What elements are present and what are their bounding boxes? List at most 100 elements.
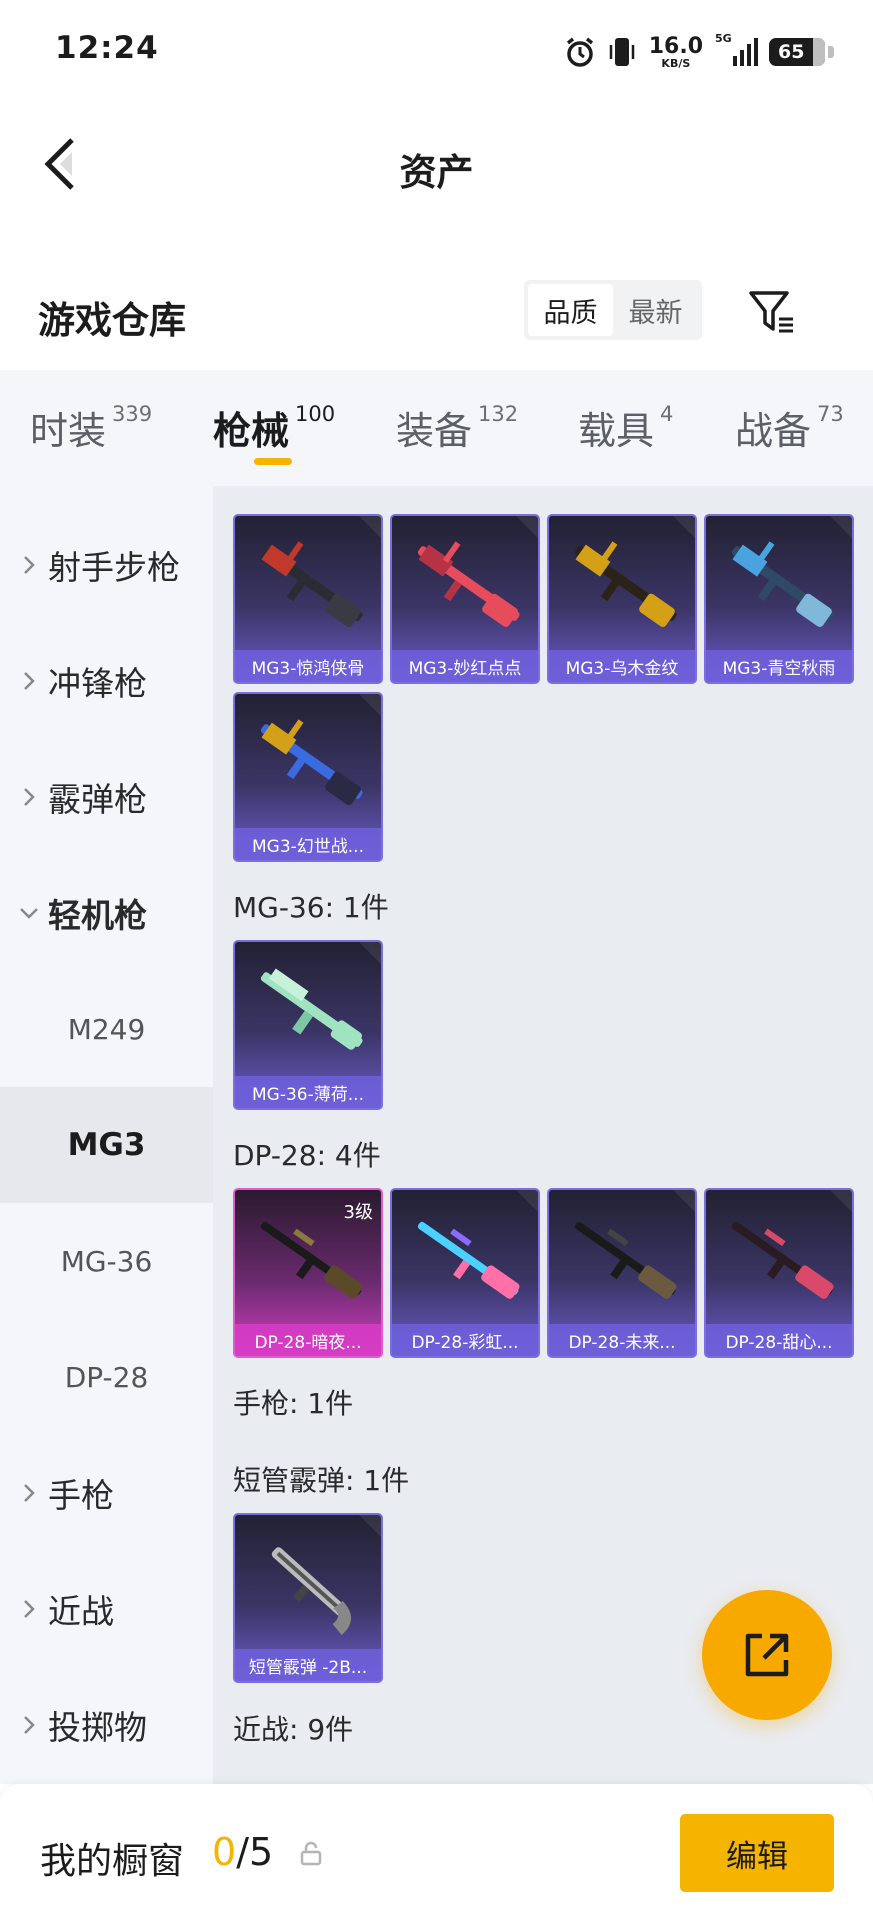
weapon-card-name: MG3-幻世战... — [235, 828, 381, 860]
signal-5g-label: 5G — [715, 32, 732, 45]
chevron-down-icon — [18, 907, 40, 919]
network-speed-unit: KB/S — [661, 56, 691, 70]
chevron-right-icon — [18, 1715, 40, 1735]
tab-count: 132 — [478, 402, 519, 426]
showcase-count-total: /5 — [236, 1830, 274, 1874]
battery-level: 65 — [778, 41, 805, 63]
section-label-short-shotgun: 短管霰弹: 1件 — [233, 1464, 410, 1497]
active-tab-indicator — [254, 458, 292, 465]
sidebar-item-marksman-rifle[interactable]: 射手步枪 — [0, 507, 213, 623]
showcase-count-current: 0 — [212, 1830, 237, 1874]
nav-bar: 资产 — [0, 104, 873, 224]
signal-5g-icon: 5G — [715, 32, 759, 68]
sidebar-subitem-mg36[interactable]: MG-36 — [0, 1203, 213, 1319]
sort-option-quality[interactable]: 品质 — [528, 284, 613, 336]
tab-vehicles[interactable]: 载具 4 — [578, 400, 673, 455]
weapon-card-name: MG-36-薄荷... — [235, 1076, 381, 1108]
sidebar-item-label: 霰弹枪 — [48, 780, 147, 819]
chevron-right-icon — [18, 787, 40, 807]
weapon-card[interactable]: DP-28-彩虹... — [390, 1188, 540, 1358]
weapon-card-name: DP-28-彩虹... — [392, 1324, 538, 1356]
tab-count: 73 — [817, 402, 844, 426]
tab-count: 339 — [112, 402, 153, 426]
weapon-card[interactable]: 3级 DP-28-暗夜... — [233, 1188, 383, 1358]
sidebar-item-label: 近战 — [48, 1592, 114, 1631]
tab-firearms[interactable]: 枪械 100 — [213, 400, 335, 455]
showcase-count: 0/5 — [212, 1830, 273, 1874]
sidebar-item-lmg[interactable]: 轻机枪 — [0, 855, 213, 971]
chevron-right-icon — [18, 1599, 40, 1619]
sidebar-item-smg[interactable]: 冲锋枪 — [0, 623, 213, 739]
sidebar-subitem-mg3[interactable]: MG3 — [0, 1087, 213, 1203]
warehouse-title: 游戏仓库 — [38, 299, 186, 342]
battery-remaining-fill — [813, 38, 825, 66]
edit-button[interactable]: 编辑 — [680, 1814, 834, 1892]
tab-equipment[interactable]: 装备 132 — [396, 400, 518, 455]
sidebar-item-label: 射手步枪 — [48, 548, 180, 587]
sidebar-subitem-m249[interactable]: M249 — [0, 971, 213, 1087]
sidebar-item-label: 冲锋枪 — [48, 664, 147, 703]
section-label-pistol: 手枪: 1件 — [233, 1387, 354, 1420]
share-external-icon — [745, 1633, 789, 1677]
weapon-card-name: DP-28-甜心... — [706, 1324, 852, 1356]
filter-button[interactable] — [744, 284, 800, 340]
chevron-right-icon — [18, 555, 40, 575]
weapon-card-name: MG3-乌木金纹 — [549, 650, 695, 682]
lock-icon — [300, 1841, 322, 1866]
sidebar-subitem-dp28[interactable]: DP-28 — [0, 1319, 213, 1435]
weapon-card[interactable]: MG3-幻世战... — [233, 692, 383, 862]
network-speed-value: 16.0 — [648, 33, 703, 59]
weapon-card[interactable]: MG3-惊鸿侠骨 — [233, 514, 383, 684]
tab-fashion[interactable]: 时装 339 — [30, 400, 152, 455]
rifle-icon — [417, 1221, 520, 1299]
battery-indicator: 65 — [769, 38, 834, 66]
weapon-card[interactable]: 短管霰弹 -2B... — [233, 1513, 383, 1683]
weapon-grid: MG3-惊鸿侠骨 MG3-妙红点点 MG3-乌木金纹 MG3-青空秋雨 MG3-… — [213, 486, 873, 1784]
weapon-card[interactable]: DP-28-甜心... — [704, 1188, 854, 1358]
category-tabs: 时装 339 枪械 100 装备 132 载具 4 战备 73 — [0, 370, 873, 486]
vibrate-icon — [607, 35, 637, 69]
tab-label: 装备 — [396, 409, 473, 453]
tab-label: 时装 — [30, 409, 107, 453]
weapon-card-name: DP-28-未来... — [549, 1324, 695, 1356]
app-root: 12:24 16.0 KB/S 5G 65 资产 游戏仓库 品质 最新 时装 3… — [0, 0, 873, 1920]
network-speed: 16.0 KB/S — [648, 33, 703, 70]
sort-option-latest[interactable]: 最新 — [613, 284, 698, 336]
page-title: 资产 — [399, 151, 474, 194]
share-button[interactable] — [702, 1590, 832, 1720]
machine-gun-icon — [260, 719, 363, 805]
sidebar-item-shotgun[interactable]: 霰弹枪 — [0, 739, 213, 855]
sidebar-item-throwable[interactable]: 投掷物 — [0, 1667, 213, 1783]
weapon-category-sidebar: 射手步枪 冲锋枪 霰弹枪 轻机枪 M249 MG3 MG-36 DP-28 手枪… — [0, 486, 213, 1784]
weapon-card[interactable]: MG3-青空秋雨 — [704, 514, 854, 684]
chevron-right-icon — [18, 1483, 40, 1503]
sidebar-item-melee[interactable]: 近战 — [0, 1551, 213, 1667]
filter-icon — [749, 291, 793, 333]
machine-gun-icon — [417, 541, 520, 627]
weapon-card[interactable]: MG3-妙红点点 — [390, 514, 540, 684]
rifle-icon — [731, 1221, 834, 1299]
machine-gun-icon — [260, 541, 363, 627]
tab-supplies[interactable]: 战备 73 — [735, 400, 844, 455]
rifle-icon — [574, 1221, 677, 1299]
weapon-card[interactable]: MG3-乌木金纹 — [547, 514, 697, 684]
alarm-icon — [563, 35, 597, 69]
machine-gun-icon — [574, 541, 677, 627]
sidebar-item-pistol[interactable]: 手枪 — [0, 1435, 213, 1551]
rifle-icon — [260, 968, 363, 1050]
status-bar: 12:24 16.0 KB/S 5G 65 — [0, 0, 873, 104]
section-label-melee: 近战: 9件 — [233, 1713, 354, 1746]
weapon-card[interactable]: MG-36-薄荷... — [233, 940, 383, 1110]
weapon-card-name: MG3-惊鸿侠骨 — [235, 650, 381, 682]
tab-label: 战备 — [735, 409, 812, 453]
section-label-dp28: DP-28: 4件 — [233, 1139, 381, 1172]
showcase-label: 我的橱窗 — [40, 1841, 185, 1882]
status-time: 12:24 — [55, 30, 159, 66]
sidebar-item-label: 手枪 — [48, 1476, 114, 1515]
sort-toggle: 品质 最新 — [524, 280, 702, 340]
tab-count: 100 — [295, 402, 336, 426]
showcase-bar: 我的橱窗 0/5 编辑 — [0, 1784, 873, 1920]
sidebar-item-label: 轻机枪 — [48, 896, 147, 935]
weapon-card[interactable]: DP-28-未来... — [547, 1188, 697, 1358]
machine-gun-icon — [731, 541, 834, 627]
